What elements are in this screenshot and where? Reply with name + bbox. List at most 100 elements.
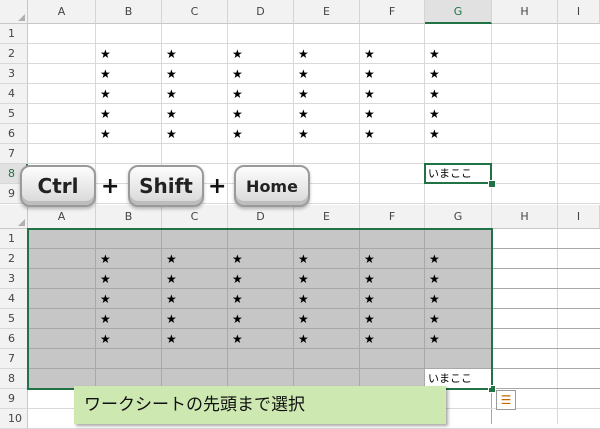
star-cell-b3: ★ [100,272,111,286]
star-cell-f2: ★ [364,47,375,61]
column-header-g[interactable]: G [425,205,492,229]
star-cell-e3: ★ [298,272,309,286]
star-cell-b3: ★ [100,67,111,81]
star-cell-b5: ★ [100,107,111,121]
star-cell-b6: ★ [100,332,111,346]
star-cell-c3: ★ [166,272,177,286]
star-cell-g5: ★ [429,107,440,121]
column-header-i[interactable]: I [558,205,600,229]
ctrl-key: Ctrl [20,165,96,207]
plus-sign: + [208,174,227,199]
star-cell-g6: ★ [429,127,440,141]
gridline [28,123,600,124]
column-header-a[interactable]: A [28,0,96,24]
row-header-5[interactable]: 5 [0,309,28,329]
row-header-7[interactable]: 7 [0,349,28,369]
row-header-5[interactable]: 5 [0,104,28,124]
star-cell-d2: ★ [232,252,243,266]
star-cell-f4: ★ [364,87,375,101]
star-cell-c2: ★ [166,252,177,266]
column-header-f[interactable]: F [360,0,425,24]
gridline [28,328,600,329]
gridline [28,368,600,369]
row-header-1[interactable]: 1 [0,229,28,249]
star-cell-b2: ★ [100,47,111,61]
star-cell-c4: ★ [166,292,177,306]
caption-banner: ワークシートの先頭まで選択 [74,386,446,424]
gridline [424,24,425,205]
row-header-6[interactable]: 6 [0,124,28,144]
star-cell-b5: ★ [100,312,111,326]
row-header-6[interactable]: 6 [0,329,28,349]
star-cell-c6: ★ [166,127,177,141]
star-cell-f3: ★ [364,272,375,286]
column-header-g[interactable]: G [425,0,492,24]
star-cell-f5: ★ [364,107,375,121]
star-cell-e4: ★ [298,87,309,101]
gridline [28,348,600,349]
star-cell-c6: ★ [166,332,177,346]
shift-key: Shift [128,165,204,207]
column-header-d[interactable]: D [228,205,294,229]
star-cell-e2: ★ [298,47,309,61]
row-header-4[interactable]: 4 [0,289,28,309]
gridline [359,24,360,205]
ctrl-key-label: Ctrl [37,174,79,198]
star-cell-b4: ★ [100,87,111,101]
select-all-corner[interactable] [0,0,28,24]
star-cell-f4: ★ [364,292,375,306]
star-cell-b2: ★ [100,252,111,266]
column-header-c[interactable]: C [162,205,228,229]
star-cell-b4: ★ [100,292,111,306]
gridline [28,163,600,164]
column-header-b[interactable]: B [96,205,162,229]
star-cell-e6: ★ [298,332,309,346]
star-cell-g2: ★ [429,47,440,61]
row-header-2[interactable]: 2 [0,44,28,64]
column-header-h[interactable]: H [492,0,558,24]
column-header-d[interactable]: D [228,0,294,24]
star-cell-g6: ★ [429,332,440,346]
star-cell-d5: ★ [232,312,243,326]
star-cell-e2: ★ [298,252,309,266]
star-cell-f6: ★ [364,127,375,141]
gridline [28,143,600,144]
home-key-label: Home [246,176,298,196]
fill-handle[interactable] [488,180,496,188]
star-cell-g3: ★ [429,67,440,81]
row-header-3[interactable]: 3 [0,269,28,289]
star-cell-g4: ★ [429,292,440,306]
row-header-8[interactable]: 8 [0,369,28,389]
gridline [557,229,558,424]
star-cell-g5: ★ [429,312,440,326]
row-header-3[interactable]: 3 [0,64,28,84]
column-header-c[interactable]: C [162,0,228,24]
star-cell-c5: ★ [166,312,177,326]
gridline [28,103,600,104]
gridline [28,83,600,84]
star-cell-d6: ★ [232,332,243,346]
gridline [28,203,600,204]
column-header-b[interactable]: B [96,0,162,24]
row-header-4[interactable]: 4 [0,84,28,104]
select-all-corner[interactable] [0,205,28,229]
row-header-10[interactable]: 10 [0,409,28,429]
row-header-1[interactable]: 1 [0,24,28,44]
cell-g8-text: いまここ [428,167,472,180]
column-header-i[interactable]: I [558,0,600,24]
star-cell-g2: ★ [429,252,440,266]
row-header-7[interactable]: 7 [0,144,28,164]
row-header-2[interactable]: 2 [0,249,28,269]
column-header-h[interactable]: H [492,205,558,229]
plus-sign: + [101,174,120,199]
column-header-f[interactable]: F [360,205,425,229]
column-header-e[interactable]: E [294,0,360,24]
column-header-a[interactable]: A [28,205,96,229]
gridline [28,63,600,64]
row-header-9[interactable]: 9 [0,389,28,409]
star-cell-f6: ★ [364,332,375,346]
star-cell-e5: ★ [298,107,309,121]
column-header-e[interactable]: E [294,205,360,229]
paste-options-icon[interactable]: ☰ [496,390,516,410]
star-cell-b6: ★ [100,127,111,141]
